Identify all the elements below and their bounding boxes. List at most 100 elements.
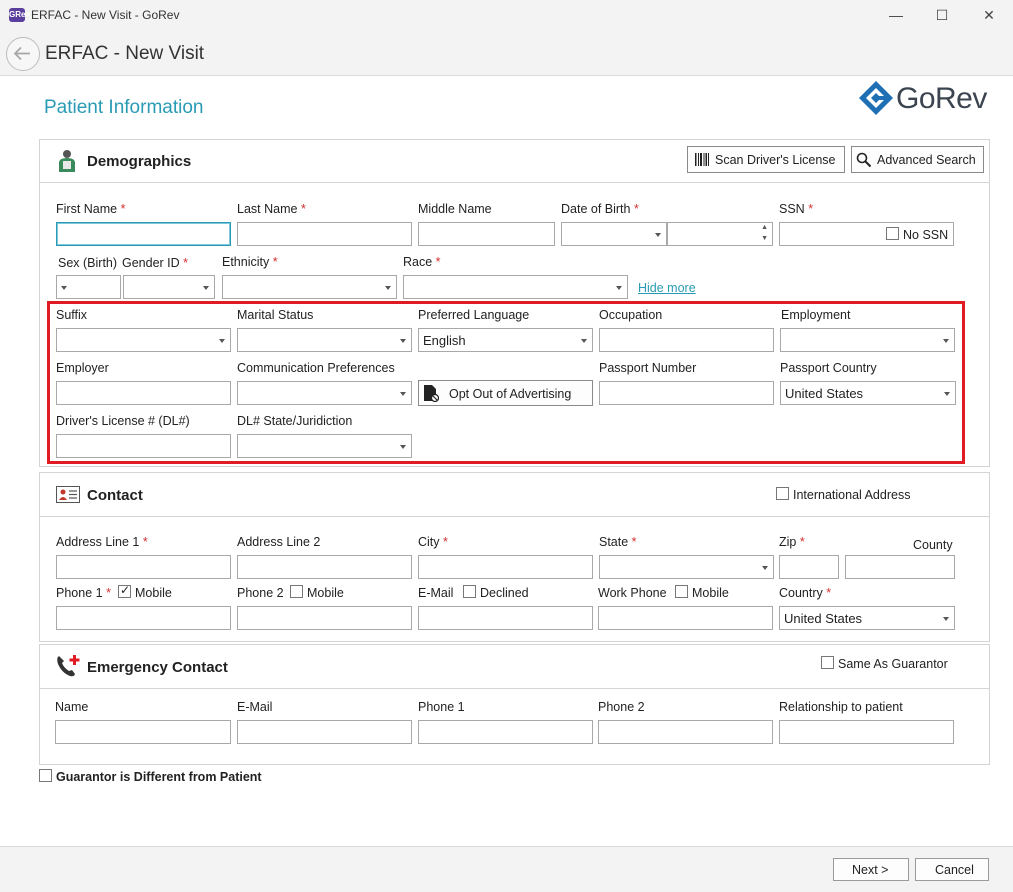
preferred-language-dropdown[interactable]: English bbox=[418, 328, 593, 352]
marital-status-label: Marital Status bbox=[237, 308, 314, 322]
address-line1-input[interactable] bbox=[56, 555, 231, 579]
chevron-down-icon bbox=[385, 286, 391, 290]
ethnicity-dropdown[interactable] bbox=[222, 275, 397, 299]
address-line2-input[interactable] bbox=[237, 555, 412, 579]
relationship-label: Relationship to patient bbox=[779, 700, 903, 714]
race-dropdown[interactable] bbox=[403, 275, 628, 299]
middle-name-label: Middle Name bbox=[418, 202, 492, 216]
marital-status-dropdown[interactable] bbox=[237, 328, 412, 352]
country-dropdown[interactable]: United States bbox=[779, 606, 955, 630]
employer-input[interactable] bbox=[56, 381, 231, 405]
dob-date-dropdown[interactable] bbox=[561, 222, 667, 246]
city-input[interactable] bbox=[418, 555, 593, 579]
back-button[interactable] bbox=[6, 37, 40, 71]
work-phone-mobile-label: Mobile bbox=[692, 586, 729, 600]
phone1-mobile-checkbox[interactable] bbox=[118, 583, 131, 598]
phone1-input[interactable] bbox=[56, 606, 231, 630]
page-heading: ERFAC - New Visit bbox=[45, 43, 205, 64]
next-label: Next > bbox=[852, 863, 889, 877]
phone2-input[interactable] bbox=[237, 606, 412, 630]
contact-title: Contact bbox=[87, 487, 143, 504]
state-dropdown[interactable] bbox=[599, 555, 774, 579]
spin-down-icon[interactable]: ▼ bbox=[761, 235, 768, 242]
work-phone-input[interactable] bbox=[598, 606, 773, 630]
same-as-guarantor-checkbox[interactable] bbox=[821, 656, 834, 669]
middle-name-input[interactable] bbox=[418, 222, 555, 246]
drivers-license-input[interactable] bbox=[56, 434, 231, 458]
last-name-input[interactable] bbox=[237, 222, 412, 246]
opt-out-advertising-button[interactable]: Opt Out of Advertising bbox=[418, 380, 593, 406]
window-title: ERFAC - New Visit - GoRev bbox=[31, 8, 180, 22]
emergency-contact-header: Emergency Contact Same As Guarantor bbox=[40, 645, 989, 689]
employment-dropdown[interactable] bbox=[780, 328, 955, 352]
chevron-down-icon bbox=[943, 339, 949, 343]
work-phone-mobile-checkbox[interactable] bbox=[675, 585, 688, 598]
spin-up-icon[interactable]: ▲ bbox=[761, 224, 768, 231]
international-address-checkbox[interactable] bbox=[776, 487, 789, 500]
passport-number-input[interactable] bbox=[599, 381, 774, 405]
chevron-down-icon bbox=[400, 392, 406, 396]
employer-label: Employer bbox=[56, 361, 109, 375]
occupation-input[interactable] bbox=[599, 328, 774, 352]
scan-drivers-license-label: Scan Driver's License bbox=[715, 153, 836, 167]
address-line2-label: Address Line 2 bbox=[237, 535, 321, 549]
phone2-mobile-checkbox[interactable] bbox=[290, 585, 303, 598]
dob-spinner[interactable]: ▲ ▼ bbox=[667, 222, 773, 246]
chevron-down-icon bbox=[944, 392, 950, 396]
dl-state-label: DL# State/Juridiction bbox=[237, 414, 353, 428]
emergency-email-input[interactable] bbox=[237, 720, 412, 744]
drivers-license-label: Driver's License # (DL#) bbox=[56, 414, 190, 428]
first-name-label: First Name * bbox=[56, 202, 126, 216]
back-arrow-icon bbox=[13, 46, 30, 61]
gender-id-dropdown[interactable] bbox=[123, 275, 215, 299]
maximize-button[interactable]: ☐ bbox=[919, 0, 965, 31]
zip-input[interactable] bbox=[779, 555, 839, 579]
phone2-label: Phone 2 bbox=[237, 586, 284, 600]
chevron-down-icon bbox=[943, 617, 949, 621]
guarantor-different-checkbox[interactable] bbox=[39, 769, 52, 782]
demographics-header: Demographics Scan Driver's License Advan… bbox=[40, 140, 989, 183]
county-label: County bbox=[913, 538, 953, 552]
no-ssn-checkbox[interactable] bbox=[886, 227, 899, 240]
barcode-icon bbox=[695, 153, 709, 166]
relationship-input[interactable] bbox=[779, 720, 954, 744]
county-input[interactable] bbox=[845, 555, 955, 579]
gorev-logo-icon bbox=[859, 81, 893, 115]
passport-country-value: United States bbox=[785, 386, 864, 401]
emergency-phone1-input[interactable] bbox=[418, 720, 593, 744]
emergency-contact-title: Emergency Contact bbox=[87, 659, 228, 676]
communication-preferences-dropdown[interactable] bbox=[237, 381, 412, 405]
scan-drivers-license-button[interactable]: Scan Driver's License bbox=[687, 146, 845, 173]
email-label: E-Mail bbox=[418, 586, 454, 600]
last-name-label: Last Name * bbox=[237, 202, 306, 216]
contact-header: Contact International Address bbox=[40, 473, 989, 517]
cancel-button[interactable]: Cancel bbox=[915, 858, 989, 881]
search-icon bbox=[856, 152, 872, 168]
close-window-button[interactable]: ✕ bbox=[966, 0, 1012, 31]
hide-more-link[interactable]: Hide more bbox=[638, 281, 696, 295]
email-input[interactable] bbox=[418, 606, 593, 630]
patient-information-title: Patient Information bbox=[44, 97, 204, 118]
minimize-button[interactable]: — bbox=[873, 0, 919, 31]
chevron-down-icon bbox=[616, 286, 622, 290]
ssn-label: SSN * bbox=[779, 202, 814, 216]
dl-state-dropdown[interactable] bbox=[237, 434, 412, 458]
emergency-name-label: Name bbox=[55, 700, 89, 714]
demographics-title: Demographics bbox=[87, 153, 192, 170]
chevron-down-icon bbox=[762, 566, 768, 570]
first-name-input[interactable] bbox=[56, 222, 231, 246]
person-icon bbox=[59, 150, 75, 172]
passport-country-label: Passport Country bbox=[780, 361, 877, 375]
app-icon: GRev bbox=[9, 8, 30, 22]
suffix-dropdown[interactable] bbox=[56, 328, 231, 352]
advanced-search-button[interactable]: Advanced Search bbox=[851, 146, 984, 173]
phone1-mobile-label: Mobile bbox=[135, 586, 172, 600]
country-label: Country * bbox=[779, 586, 832, 600]
emergency-name-input[interactable] bbox=[55, 720, 231, 744]
chevron-down-icon bbox=[219, 339, 225, 343]
emergency-phone2-input[interactable] bbox=[598, 720, 773, 744]
email-declined-checkbox[interactable] bbox=[463, 585, 476, 598]
passport-country-dropdown[interactable]: United States bbox=[780, 381, 956, 405]
sex-birth-dropdown[interactable] bbox=[56, 275, 121, 299]
next-button[interactable]: Next > bbox=[833, 858, 909, 881]
